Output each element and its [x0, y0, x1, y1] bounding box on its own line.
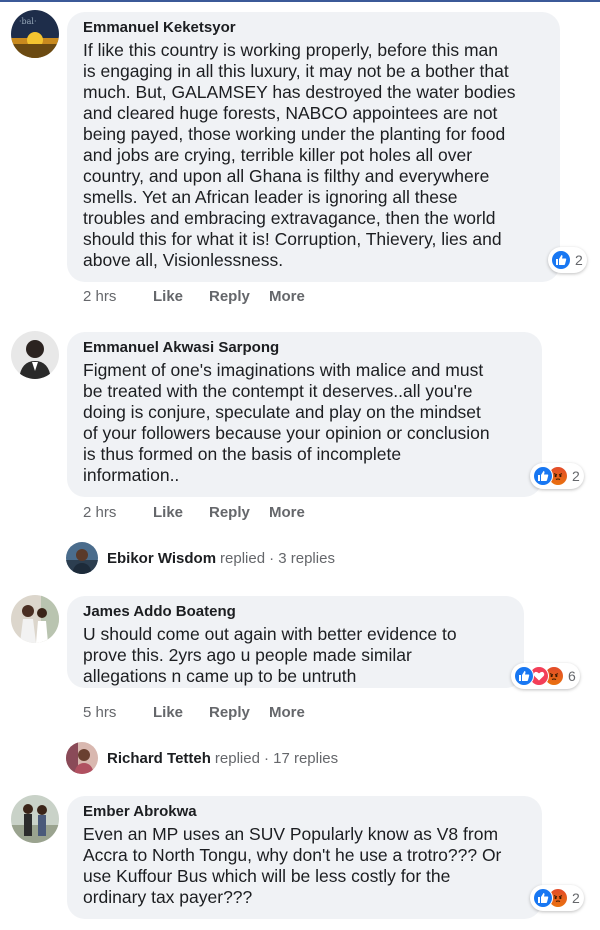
comment-text: Even an MP uses an SUV Popularly know as… — [83, 824, 501, 908]
like-reaction-icon — [533, 888, 553, 908]
comment-text-line: and jobs are crying, terrible killer pot… — [83, 145, 473, 165]
reply-button[interactable]: Reply — [209, 704, 269, 721]
reaction-count: 6 — [568, 668, 576, 684]
comment-text-line: Accra to North Tongu, why don't he use a… — [83, 845, 502, 865]
reply-button[interactable]: Reply — [209, 504, 269, 521]
comment-text-line: being payed, those working under the pla… — [83, 124, 506, 144]
avatar[interactable] — [11, 795, 59, 843]
comment-text-line: allegations n came up to be untruth — [83, 666, 357, 686]
reaction-summary[interactable]: 6 — [511, 663, 580, 689]
comment-actions: 5 hrs Like Reply More — [83, 704, 305, 721]
comment-bubble: James Addo Boateng U should come out aga… — [67, 596, 524, 688]
comment-author[interactable]: Emmanuel Akwasi Sarpong — [83, 339, 279, 356]
comment-author[interactable]: Ember Abrokwa — [83, 803, 197, 820]
avatar[interactable] — [11, 331, 59, 379]
comment-text-line: Figment of one's imaginations with malic… — [83, 360, 484, 380]
comment-text-line: If like this country is working properly… — [83, 40, 498, 60]
comment-text-line: much. But, GALAMSEY has destroyed the wa… — [83, 82, 516, 102]
more-button[interactable]: More — [269, 288, 305, 305]
comment-text-line: and cleared huge forests, NABCO appointe… — [83, 103, 498, 123]
like-reaction-icon — [533, 466, 553, 486]
reaction-summary[interactable]: 2 — [530, 885, 584, 911]
like-reaction-icon — [514, 666, 534, 686]
reply-verb: replied — [214, 749, 260, 767]
more-button[interactable]: More — [269, 504, 305, 521]
comment-text: If like this country is working properly… — [83, 40, 516, 271]
comment-text: U should come out again with better evid… — [83, 624, 457, 687]
comment-actions: 2 hrs Like Reply More — [83, 288, 305, 305]
avatar — [66, 542, 98, 574]
like-button[interactable]: Like — [153, 504, 209, 521]
more-button[interactable]: More — [269, 704, 305, 721]
comment-text-line: be treated with the contempt it deserves… — [83, 381, 473, 401]
reaction-summary[interactable]: 2 — [530, 463, 584, 489]
reaction-summary[interactable]: 2 — [548, 247, 587, 273]
view-replies[interactable]: Richard Tetteh replied · 17 replies — [66, 742, 338, 774]
comment-text: Figment of one's imaginations with malic… — [83, 360, 490, 486]
top-border — [0, 0, 600, 2]
reply-count[interactable]: · 17 replies — [264, 750, 338, 767]
comment-text-line: use Kuffour Bus which will be less costl… — [83, 866, 451, 886]
comment-bubble: Ember Abrokwa Even an MP uses an SUV Pop… — [67, 796, 542, 919]
reply-author[interactable]: Ebikor Wisdom — [107, 550, 216, 567]
comment-bubble: Emmanuel Keketsyor If like this country … — [67, 12, 560, 282]
reaction-count: 2 — [572, 468, 580, 484]
reply-author[interactable]: Richard Tetteh — [107, 750, 211, 767]
comment-text-line: troubles and embracing extravagance, the… — [83, 208, 496, 228]
comment-timestamp[interactable]: 5 hrs — [83, 704, 153, 721]
comment-timestamp[interactable]: 2 hrs — [83, 288, 153, 305]
comment-text-line: is engaging in all this luxury, it may n… — [83, 61, 509, 81]
comment-text-line: above all, Visionlessness. — [83, 250, 284, 270]
reaction-count: 2 — [572, 890, 580, 906]
comment-text-line: ordinary tax payer??? — [83, 887, 253, 907]
avatar — [66, 742, 98, 774]
comment-text-line: information.. — [83, 465, 180, 485]
avatar[interactable] — [11, 595, 59, 643]
comment-author[interactable]: James Addo Boateng — [83, 603, 236, 620]
comment-text-line: is thus formed on the basis of incomplet… — [83, 444, 402, 464]
comment-text-line: Even an MP uses an SUV Popularly know as… — [83, 824, 499, 844]
reply-count[interactable]: · 3 replies — [269, 550, 335, 567]
like-button[interactable]: Like — [153, 288, 209, 305]
comment-text-line: country, and upon all Ghana is filthy an… — [83, 166, 490, 186]
reply-button[interactable]: Reply — [209, 288, 269, 305]
svg-text:·bal·: ·bal· — [19, 17, 37, 26]
comment-text-line: smells. Yet an African leader is ignorin… — [83, 187, 458, 207]
reply-verb: replied — [220, 549, 266, 567]
reaction-count: 2 — [575, 252, 583, 268]
avatar[interactable]: ·bal· — [11, 10, 59, 58]
comment-text-line: doing is conjure, speculate and play on … — [83, 402, 481, 422]
comment-bubble: Emmanuel Akwasi Sarpong Figment of one's… — [67, 332, 542, 497]
comment-author[interactable]: Emmanuel Keketsyor — [83, 19, 236, 36]
comment-timestamp[interactable]: 2 hrs — [83, 504, 153, 521]
view-replies[interactable]: Ebikor Wisdom replied · 3 replies — [66, 542, 335, 574]
like-button[interactable]: Like — [153, 704, 209, 721]
like-reaction-icon — [551, 250, 571, 270]
comment-text-line: should this for what it is! Corruption, … — [83, 229, 502, 249]
comment-text-line: of your followers because your opinion o… — [83, 423, 490, 443]
comment-actions: 2 hrs Like Reply More — [83, 504, 305, 521]
comment-text-line: U should come out again with better evid… — [83, 624, 457, 644]
comment-text-line: prove this. 2yrs ago u people made simil… — [83, 645, 412, 665]
